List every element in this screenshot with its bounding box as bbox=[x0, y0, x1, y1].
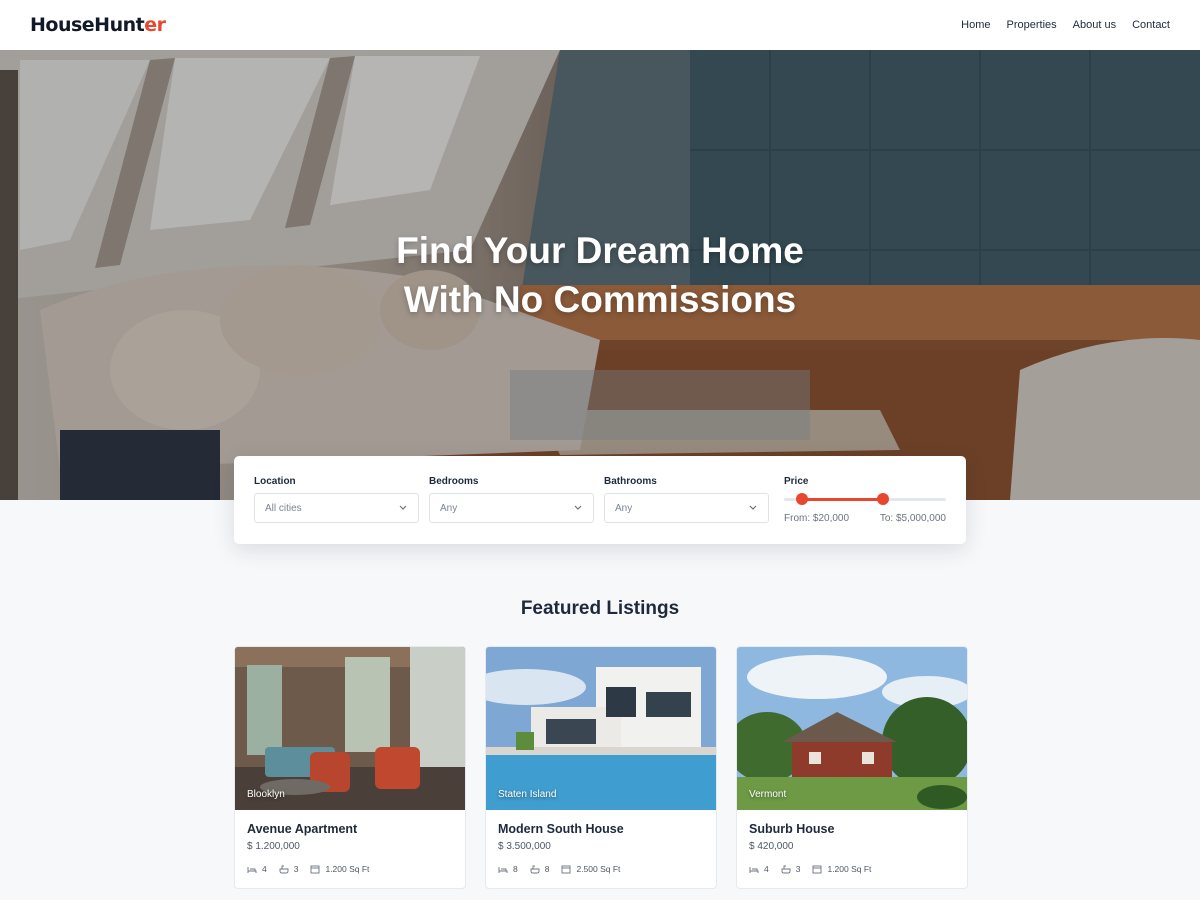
listing-title: Modern South House bbox=[498, 822, 624, 836]
nav-link-home[interactable]: Home bbox=[961, 19, 990, 31]
location-label: Location bbox=[254, 476, 296, 487]
listing-price: $ 3.500,000 bbox=[498, 841, 551, 852]
listing-baths: 3 bbox=[795, 864, 801, 874]
slider-handle-max[interactable] bbox=[877, 493, 889, 505]
slider-handle-min[interactable] bbox=[796, 493, 809, 505]
listing-image: Staten Island bbox=[486, 647, 716, 810]
logo-text-t: t bbox=[135, 14, 145, 36]
featured-listings-title: Featured Listings bbox=[520, 598, 680, 619]
logo-text-accent: er bbox=[144, 14, 166, 36]
listing-baths: 3 bbox=[293, 864, 299, 874]
bedrooms-label: Bedrooms bbox=[429, 476, 479, 487]
bed-icon bbox=[498, 865, 508, 874]
nav-link-about[interactable]: About us bbox=[1073, 19, 1116, 31]
bath-icon bbox=[530, 865, 540, 874]
price-filter: Price From: $20,000 To: $5,000,000 bbox=[784, 476, 946, 544]
listing-beds: 4 bbox=[262, 864, 267, 874]
area-icon bbox=[812, 865, 822, 874]
bathrooms-label: Bathrooms bbox=[604, 476, 657, 487]
bathrooms-select[interactable]: Any bbox=[604, 493, 769, 523]
hero-title-line2: With No Commissions bbox=[403, 279, 797, 320]
listing-specs: 4 3 1.200 Sq Ft bbox=[749, 864, 955, 874]
price-values: From: $20,000 To: $5,000,000 bbox=[784, 513, 946, 524]
listing-image: Vermont bbox=[737, 647, 967, 810]
slider-selected-range bbox=[802, 498, 883, 501]
hero-banner: Find Your Dream Home With No Commissions bbox=[0, 50, 1200, 500]
listing-city: Vermont bbox=[749, 789, 787, 800]
bath-icon bbox=[781, 865, 791, 874]
bedrooms-filter: Bedrooms Any bbox=[429, 476, 594, 544]
hero-title-line1: Find Your Dream Home bbox=[396, 230, 804, 271]
listing-image: Blooklyn bbox=[235, 647, 465, 810]
location-select-value: All cities bbox=[265, 502, 302, 514]
bath-icon bbox=[279, 865, 289, 874]
listing-card[interactable]: Blooklyn Avenue Apartment $ 1.200,000 4 … bbox=[234, 646, 466, 889]
bed-icon bbox=[247, 865, 257, 874]
bathrooms-select-value: Any bbox=[615, 502, 633, 514]
nav-link-contact[interactable]: Contact bbox=[1132, 19, 1170, 31]
price-from: From: $20,000 bbox=[784, 513, 850, 524]
listing-specs: 4 3 1.200 Sq Ft bbox=[247, 864, 453, 874]
chevron-down-icon bbox=[573, 503, 583, 513]
listing-title: Suburb House bbox=[749, 822, 835, 836]
price-to: To: $5,000,000 bbox=[879, 513, 946, 524]
listing-city: Blooklyn bbox=[247, 789, 285, 800]
bathrooms-filter: Bathrooms Any bbox=[604, 476, 769, 544]
search-filter-card: Location All cities Bedrooms Any Bathroo… bbox=[234, 456, 966, 544]
listing-area: 1.200 Sq Ft bbox=[827, 864, 872, 874]
listing-specs: 8 8 2.500 Sq Ft bbox=[498, 864, 704, 874]
area-icon bbox=[310, 865, 320, 874]
hero-title: Find Your Dream Home With No Commissions bbox=[0, 226, 1200, 324]
logo[interactable]: HouseHunter bbox=[30, 14, 166, 36]
logo-text-main: HouseHun bbox=[30, 14, 136, 36]
listing-card[interactable]: Vermont Suburb House $ 420,000 4 3 1.200… bbox=[736, 646, 968, 889]
price-label: Price bbox=[784, 476, 809, 487]
listing-price: $ 420,000 bbox=[749, 841, 794, 852]
location-select[interactable]: All cities bbox=[254, 493, 419, 523]
listing-area: 2.500 Sq Ft bbox=[576, 864, 621, 874]
bedrooms-select[interactable]: Any bbox=[429, 493, 594, 523]
listing-area: 1.200 Sq Ft bbox=[325, 864, 370, 874]
nav-links: Home Properties About us Contact bbox=[961, 19, 1170, 31]
listing-price: $ 1.200,000 bbox=[247, 841, 300, 852]
listing-title: Avenue Apartment bbox=[247, 822, 358, 836]
area-icon bbox=[561, 865, 571, 874]
nav-link-properties[interactable]: Properties bbox=[1007, 19, 1057, 31]
navbar: HouseHunter Home Properties About us Con… bbox=[0, 0, 1200, 50]
chevron-down-icon bbox=[748, 503, 758, 513]
location-filter: Location All cities bbox=[254, 476, 419, 544]
price-range-slider[interactable] bbox=[784, 492, 946, 506]
bed-icon bbox=[749, 865, 759, 874]
bedrooms-select-value: Any bbox=[440, 502, 458, 514]
listing-cards: Blooklyn Avenue Apartment $ 1.200,000 4 … bbox=[234, 646, 968, 889]
chevron-down-icon bbox=[398, 503, 408, 513]
listing-baths: 8 bbox=[544, 864, 550, 874]
listing-beds: 4 bbox=[764, 864, 769, 874]
listing-city: Staten Island bbox=[498, 789, 557, 800]
listing-beds: 8 bbox=[513, 864, 518, 874]
listing-card[interactable]: Staten Island Modern South House $ 3.500… bbox=[485, 646, 717, 889]
